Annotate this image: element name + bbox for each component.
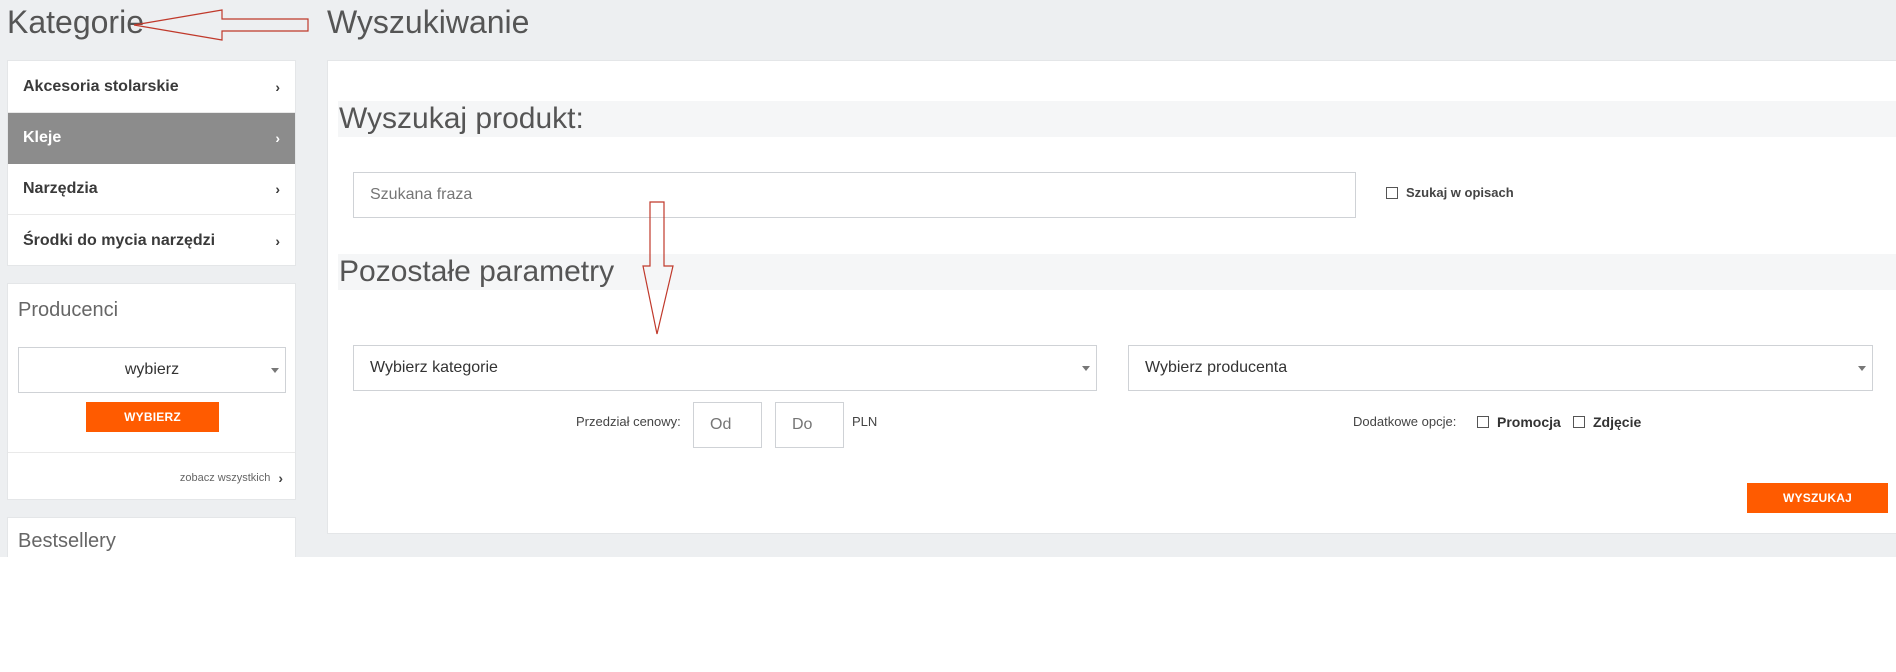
annotation-arrow-down-icon: [642, 201, 674, 335]
search-section-title: Wyszukaj produkt:: [339, 102, 584, 135]
category-item-narzedzia[interactable]: Narzędzia ›: [8, 164, 295, 215]
bestsellers-title: Bestsellery: [18, 530, 116, 552]
params-section-title: Pozostałe parametry: [339, 255, 615, 288]
category-item-akcesoria[interactable]: Akcesoria stolarskie ›: [8, 61, 295, 113]
producer-select-value: Wybierz producenta: [1145, 359, 1288, 376]
producer-select[interactable]: Wybierz producenta: [1128, 345, 1873, 391]
photo-option[interactable]: Zdjęcie: [1573, 414, 1641, 430]
category-item-srodki[interactable]: Środki do mycia narzędzi ›: [8, 215, 295, 266]
price-range-label: Przedział cenowy:: [576, 414, 681, 429]
chevron-right-icon: ›: [275, 130, 280, 146]
category-label: Kleje: [23, 129, 62, 146]
categories-panel: Akcesoria stolarskie › Kleje › Narzędzia…: [7, 60, 296, 266]
category-select[interactable]: Wybierz kategorie: [353, 345, 1097, 391]
chevron-right-icon: ›: [275, 232, 280, 249]
app-root: Kategorie Wyszukiwanie Akcesoria stolars…: [0, 0, 1896, 557]
see-all-label: zobacz wszystkich: [179, 472, 271, 484]
chevron-right-icon: ›: [275, 78, 280, 95]
checkbox-icon[interactable]: [1386, 186, 1398, 199]
promotion-label: Promocja: [1497, 414, 1561, 430]
producers-select-button[interactable]: WYBIERZ: [86, 402, 219, 432]
category-select-value: Wybierz kategorie: [370, 359, 498, 376]
caret-down-icon: [271, 368, 279, 373]
see-all-producers-link[interactable]: zobacz wszystkich ›: [180, 470, 283, 486]
caret-down-icon: [1858, 366, 1866, 371]
currency-label: PLN: [852, 414, 878, 429]
photo-label: Zdjęcie: [1593, 414, 1642, 430]
category-label: Środki do mycia narzędzi: [23, 231, 216, 249]
search-section-header: Wyszukaj produkt:: [338, 101, 1896, 137]
extra-options-label: Dodatkowe opcje:: [1353, 414, 1457, 429]
search-button[interactable]: WYSZUKAJ: [1747, 483, 1888, 513]
search-input[interactable]: [353, 172, 1356, 218]
category-label: Akcesoria stolarskie: [23, 77, 179, 95]
bestsellers-panel: Bestsellery: [7, 517, 296, 557]
divider: [8, 452, 295, 453]
search-panel: Wyszukaj produkt: Szukaj w opisach Pozos…: [327, 60, 1896, 534]
promotion-option[interactable]: Promocja: [1477, 414, 1561, 430]
search-in-descriptions-label: Szukaj w opisach: [1406, 185, 1514, 200]
params-section-header: Pozostałe parametry: [338, 254, 1896, 290]
page-title: Wyszukiwanie: [327, 4, 530, 40]
sidebar-title: Kategorie: [7, 4, 144, 40]
category-label: Narzędzia: [23, 180, 98, 197]
producers-select-value: wybierz: [124, 361, 180, 378]
annotation-arrow-left-icon: [133, 9, 309, 41]
checkbox-icon[interactable]: [1573, 416, 1585, 428]
search-in-descriptions-option[interactable]: Szukaj w opisach: [1386, 185, 1514, 200]
checkbox-icon[interactable]: [1477, 416, 1489, 428]
price-to-input[interactable]: [775, 402, 844, 448]
caret-down-icon: [1082, 366, 1090, 371]
producers-panel: Producenci wybierz WYBIERZ zobacz wszyst…: [7, 283, 296, 500]
producers-title: Producenci: [18, 299, 119, 321]
producers-select[interactable]: wybierz: [18, 347, 286, 393]
category-item-kleje[interactable]: Kleje ›: [8, 113, 295, 164]
chevron-right-icon: ›: [275, 181, 280, 197]
chevron-right-icon: ›: [278, 470, 283, 486]
price-from-input[interactable]: [693, 402, 762, 448]
